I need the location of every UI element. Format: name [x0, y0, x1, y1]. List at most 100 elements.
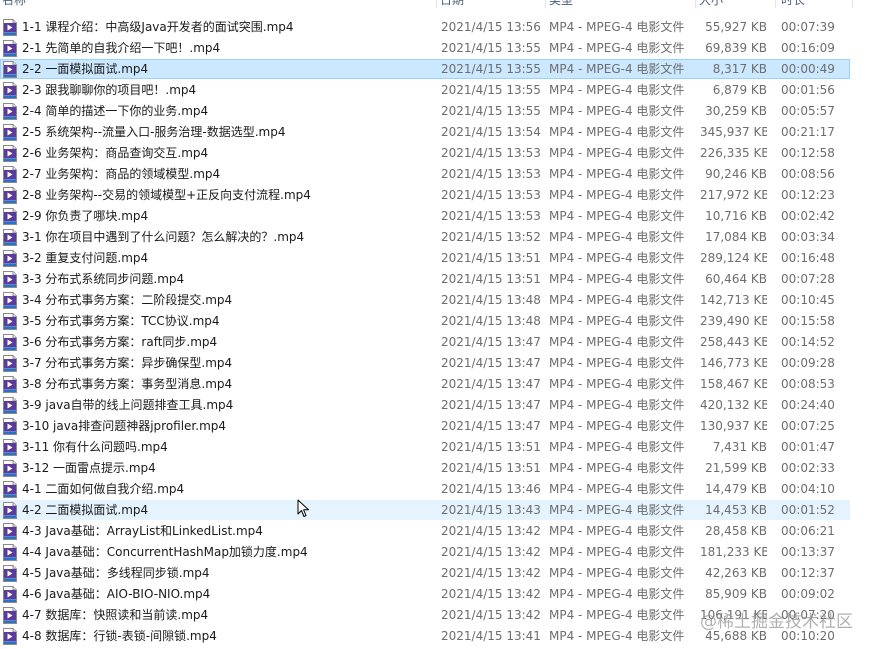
file-size: 55,927 KB — [705, 20, 767, 34]
file-row[interactable]: 3-1 你在项目中遇到了什么问题？怎么解决的？.mp4 2021/4/15 13:… — [0, 227, 881, 248]
file-row[interactable]: 3-9 java自带的线上问题排查工具.mp4 2021/4/15 13:47 MP… — [0, 395, 881, 416]
column-header-size[interactable]: 大小 — [697, 0, 723, 7]
file-row[interactable]: 2-4 简单的描述一下你的业务.mp4 2021/4/15 13:55 MP4 - … — [0, 101, 881, 122]
file-name[interactable]: 2-6 业务架构：商品查询交互.mp4 — [22, 143, 432, 164]
file-name[interactable]: 3-1 你在项目中遇到了什么问题？怎么解决的？.mp4 — [22, 227, 432, 248]
file-row[interactable]: 4-1 二面如何做自我介绍.mp4 2021/4/15 13:46 MP4 - MP… — [0, 479, 881, 500]
file-row[interactable]: 3-5 分布式事务方案：TCC协议.mp4 2021/4/15 13:48 MP4 … — [0, 311, 881, 332]
file-name[interactable]: 3-3 分布式系统同步问题.mp4 — [22, 269, 432, 290]
column-header-bar: 名称 日期 类型 大小 时长 — [0, 0, 881, 8]
mp4-video-file-icon — [2, 82, 18, 99]
file-name[interactable]: 3-2 重复支付问题.mp4 — [22, 248, 432, 269]
column-header-name[interactable]: 名称 — [0, 0, 26, 7]
column-divider[interactable] — [545, 0, 546, 8]
file-row[interactable]: 4-2 二面模拟面试.mp4 2021/4/15 13:43 MP4 - MPEG-… — [0, 500, 881, 521]
file-type: MP4 - MPEG-4 电影文件 — [549, 608, 685, 622]
file-duration: 00:12:23 — [781, 188, 835, 202]
file-name[interactable]: 3-4 分布式事务方案：二阶段提交.mp4 — [22, 290, 432, 311]
mp4-video-file-icon — [2, 460, 18, 477]
file-row[interactable]: 3-10 java排查问题神器jprofiler.mp4 2021/4/15 13… — [0, 416, 881, 437]
file-row[interactable]: 3-11 你有什么问题吗.mp4 2021/4/15 13:51 MP4 - MPE… — [0, 437, 881, 458]
file-date: 2021/4/15 13:55 — [441, 83, 541, 97]
file-size: 42,263 KB — [705, 566, 767, 580]
file-date: 2021/4/15 13:47 — [441, 335, 541, 349]
file-name[interactable]: 4-6 Java基础：AIO-BIO-NIO.mp4 — [22, 584, 432, 605]
file-name[interactable]: 4-2 二面模拟面试.mp4 — [22, 500, 432, 521]
file-row[interactable]: 2-7 业务架构：商品的领域模型.mp4 2021/4/15 13:53 MP4 -… — [0, 164, 881, 185]
file-type: MP4 - MPEG-4 电影文件 — [549, 272, 685, 286]
column-divider[interactable] — [436, 0, 437, 8]
column-divider[interactable] — [852, 0, 853, 8]
file-date: 2021/4/15 13:42 — [441, 524, 541, 538]
file-date: 2021/4/15 13:55 — [441, 62, 541, 76]
file-name[interactable]: 4-1 二面如何做自我介绍.mp4 — [22, 479, 432, 500]
file-row[interactable]: 4-5 Java基础：多线程同步锁.mp4 2021/4/15 13:42 MP4 … — [0, 563, 881, 584]
file-date: 2021/4/15 13:55 — [441, 104, 541, 118]
file-explorer-list-view: 名称 日期 类型 大小 时长 1-1 课程介绍：中高级Java开发者的面试突围.… — [0, 0, 881, 649]
file-name[interactable]: 4-7 数据库：快照读和当前读.mp4 — [22, 605, 432, 626]
file-row[interactable]: 3-6 分布式事务方案：raft同步.mp4 2021/4/15 13:47 MP4… — [0, 332, 881, 353]
file-type: MP4 - MPEG-4 电影文件 — [549, 146, 685, 160]
file-name[interactable]: 4-4 Java基础：ConcurrentHashMap加锁力度.mp4 — [22, 542, 432, 563]
file-row[interactable]: 3-8 分布式事务方案：事务型消息.mp4 2021/4/15 13:47 MP4 … — [0, 374, 881, 395]
file-name[interactable]: 2-7 业务架构：商品的领域模型.mp4 — [22, 164, 432, 185]
file-row[interactable]: 3-4 分布式事务方案：二阶段提交.mp4 2021/4/15 13:48 MP4 … — [0, 290, 881, 311]
file-row[interactable]: 2-3 跟我聊聊你的项目吧！.mp4 2021/4/15 13:55 MP4 - M… — [0, 80, 881, 101]
file-name[interactable]: 3-10 java排查问题神器jprofiler.mp4 — [22, 416, 432, 437]
file-name[interactable]: 3-11 你有什么问题吗.mp4 — [22, 437, 432, 458]
file-size: 181,233 KB — [700, 545, 767, 559]
file-type: MP4 - MPEG-4 电影文件 — [549, 41, 685, 55]
file-name[interactable]: 3-9 java自带的线上问题排查工具.mp4 — [22, 395, 432, 416]
file-name[interactable]: 4-5 Java基础：多线程同步锁.mp4 — [22, 563, 432, 584]
file-name[interactable]: 1-1 课程介绍：中高级Java开发者的面试突围.mp4 — [22, 17, 432, 38]
file-name[interactable]: 4-8 数据库：行锁-表锁-间隙锁.mp4 — [22, 626, 432, 647]
column-header-duration[interactable]: 时长 — [779, 0, 805, 7]
file-row[interactable]: 3-2 重复支付问题.mp4 2021/4/15 13:51 MP4 - MPEG-… — [0, 248, 881, 269]
file-name[interactable]: 2-2 一面模拟面试.mp4 — [22, 59, 432, 80]
file-row[interactable]: 2-1 先简单的自我介绍一下吧！.mp4 2021/4/15 13:55 MP4 -… — [0, 38, 881, 59]
column-header-type[interactable]: 类型 — [547, 0, 573, 7]
file-size: 217,972 KB — [700, 188, 767, 202]
file-duration: 00:07:25 — [781, 419, 835, 433]
file-row[interactable]: 2-8 业务架构--交易的领域模型+正反向支付流程.mp4 2021/4/15 1… — [0, 185, 881, 206]
file-row[interactable]: 4-4 Java基础：ConcurrentHashMap加锁力度.mp4 2021… — [0, 542, 881, 563]
file-size: 130,937 KB — [700, 419, 767, 433]
file-name[interactable]: 3-7 分布式事务方案：异步确保型.mp4 — [22, 353, 432, 374]
file-name[interactable]: 2-8 业务架构--交易的领域模型+正反向支付流程.mp4 — [22, 185, 432, 206]
mp4-video-file-icon — [2, 292, 18, 309]
file-size: 28,458 KB — [705, 524, 767, 538]
file-name[interactable]: 2-3 跟我聊聊你的项目吧！.mp4 — [22, 80, 432, 101]
file-row[interactable]: 3-3 分布式系统同步问题.mp4 2021/4/15 13:51 MP4 - MP… — [0, 269, 881, 290]
file-size: 289,124 KB — [700, 251, 767, 265]
file-name[interactable]: 2-4 简单的描述一下你的业务.mp4 — [22, 101, 432, 122]
file-row[interactable]: 1-1 课程介绍：中高级Java开发者的面试突围.mp4 2021/4/15 13… — [0, 17, 881, 38]
file-list: 1-1 课程介绍：中高级Java开发者的面试突围.mp4 2021/4/15 13… — [0, 17, 881, 647]
file-row[interactable]: 4-3 Java基础：ArrayList和LinkedList.mp4 2021/… — [0, 521, 881, 542]
file-name[interactable]: 3-12 一面雷点提示.mp4 — [22, 458, 432, 479]
column-header-date[interactable]: 日期 — [438, 0, 464, 7]
file-row[interactable]: 2-2 一面模拟面试.mp4 2021/4/15 13:55 MP4 - MPEG-… — [0, 59, 881, 80]
file-size: 6,879 KB — [712, 83, 767, 97]
file-name[interactable]: 3-8 分布式事务方案：事务型消息.mp4 — [22, 374, 432, 395]
file-size: 146,773 KB — [700, 356, 767, 370]
column-divider[interactable] — [775, 0, 776, 8]
file-type: MP4 - MPEG-4 电影文件 — [549, 293, 685, 307]
file-date: 2021/4/15 13:53 — [441, 167, 541, 181]
file-row[interactable]: 2-6 业务架构：商品查询交互.mp4 2021/4/15 13:53 MP4 - … — [0, 143, 881, 164]
file-row[interactable]: 3-12 一面雷点提示.mp4 2021/4/15 13:51 MP4 - MPEG… — [0, 458, 881, 479]
column-divider[interactable] — [695, 0, 696, 8]
file-name[interactable]: 2-5 系统架构--流量入口-服务治理-数据选型.mp4 — [22, 122, 432, 143]
file-name[interactable]: 3-6 分布式事务方案：raft同步.mp4 — [22, 332, 432, 353]
file-size: 8,317 KB — [712, 62, 767, 76]
file-row[interactable]: 2-5 系统架构--流量入口-服务治理-数据选型.mp4 2021/4/15 13… — [0, 122, 881, 143]
file-name[interactable]: 2-9 你负责了哪块.mp4 — [22, 206, 432, 227]
file-name[interactable]: 3-5 分布式事务方案：TCC协议.mp4 — [22, 311, 432, 332]
file-row[interactable]: 3-7 分布式事务方案：异步确保型.mp4 2021/4/15 13:47 MP4 … — [0, 353, 881, 374]
file-row[interactable]: 2-9 你负责了哪块.mp4 2021/4/15 13:53 MP4 - MPEG-… — [0, 206, 881, 227]
file-row[interactable]: 4-6 Java基础：AIO-BIO-NIO.mp4 2021/4/15 13:4… — [0, 584, 881, 605]
file-name[interactable]: 4-3 Java基础：ArrayList和LinkedList.mp4 — [22, 521, 432, 542]
mp4-video-file-icon — [2, 313, 18, 330]
mp4-video-file-icon — [2, 229, 18, 246]
file-date: 2021/4/15 13:47 — [441, 356, 541, 370]
file-name[interactable]: 2-1 先简单的自我介绍一下吧！.mp4 — [22, 38, 432, 59]
